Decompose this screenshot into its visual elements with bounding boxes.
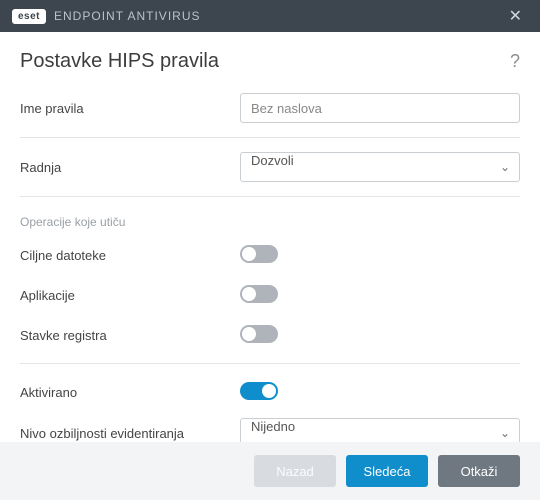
enabled-label: Aktivirano [20, 385, 240, 400]
action-select[interactable]: Dozvoli [240, 152, 520, 182]
row-action: Radnja Dozvoli ⌄ [20, 146, 520, 188]
brand-badge: eset [12, 9, 46, 24]
brand: eset ENDPOINT ANTIVIRUS [12, 9, 200, 24]
help-icon[interactable]: ? [510, 51, 520, 72]
registry-toggle[interactable] [240, 325, 278, 343]
action-label: Radnja [20, 160, 240, 175]
operations-section-label: Operacije koje utiču [20, 205, 520, 235]
row-enabled: Aktivirano [20, 372, 520, 412]
divider [20, 196, 520, 197]
row-registry: Stavke registra [20, 315, 520, 355]
divider [20, 137, 520, 138]
page-title: Postavke HIPS pravila [20, 50, 510, 73]
cancel-button[interactable]: Otkaži [438, 455, 520, 487]
close-icon[interactable]: ✕ [503, 2, 528, 30]
rule-name-input[interactable] [240, 93, 520, 123]
registry-label: Stavke registra [20, 328, 240, 343]
header: Postavke HIPS pravila ? [0, 32, 540, 87]
row-rule-name: Ime pravila [20, 87, 520, 129]
back-button: Nazad [254, 455, 336, 487]
brand-text: ENDPOINT ANTIVIRUS [54, 9, 200, 23]
divider [20, 363, 520, 364]
titlebar: eset ENDPOINT ANTIVIRUS ✕ [0, 0, 540, 32]
target-files-toggle[interactable] [240, 245, 278, 263]
content: Ime pravila Radnja Dozvoli ⌄ Operacije k… [0, 87, 540, 494]
enabled-toggle[interactable] [240, 382, 278, 400]
applications-label: Aplikacije [20, 288, 240, 303]
severity-label: Nivo ozbiljnosti evidentiranja [20, 426, 240, 441]
applications-toggle[interactable] [240, 285, 278, 303]
footer: Nazad Sledeća Otkaži [0, 442, 540, 500]
row-applications: Aplikacije [20, 275, 520, 315]
rule-name-label: Ime pravila [20, 101, 240, 116]
next-button[interactable]: Sledeća [346, 455, 428, 487]
target-files-label: Ciljne datoteke [20, 248, 240, 263]
row-target-files: Ciljne datoteke [20, 235, 520, 275]
